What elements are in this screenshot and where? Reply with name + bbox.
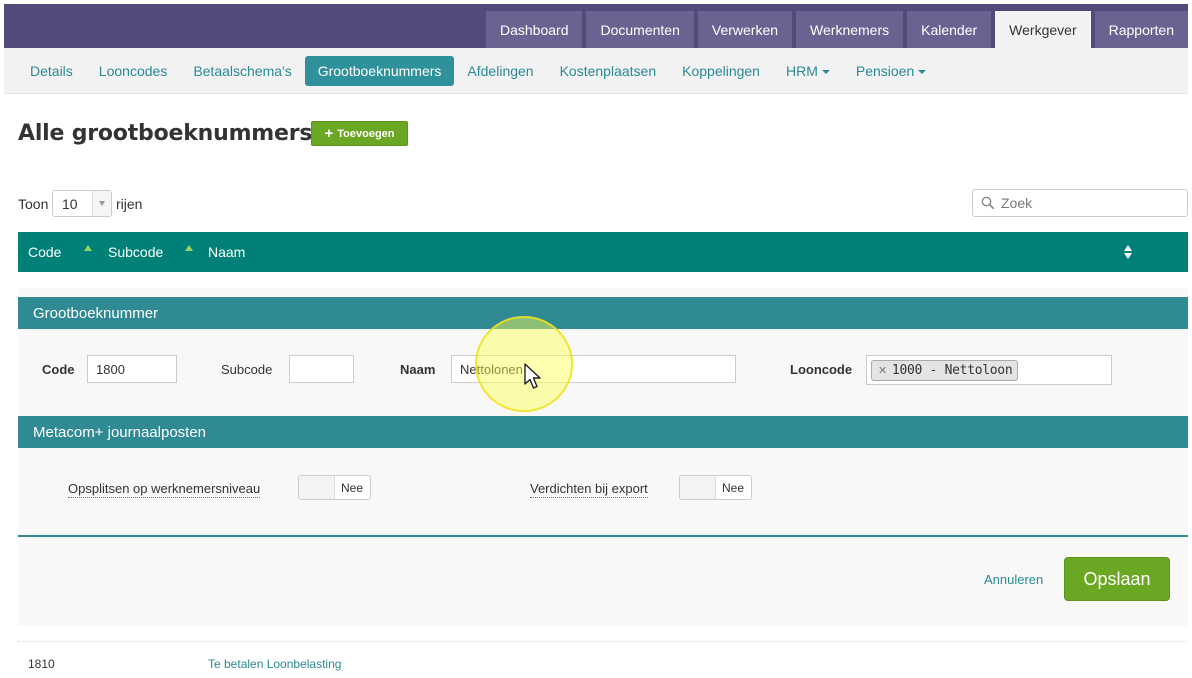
chevron-down-icon (821, 70, 830, 74)
subnav-koppelingen[interactable]: Koppelingen (669, 56, 773, 86)
tab-werkgever[interactable]: Werkgever (995, 11, 1091, 48)
column-naam[interactable]: Naam (208, 244, 245, 260)
tab-rapporten[interactable]: Rapporten (1094, 11, 1188, 48)
search-icon (981, 196, 995, 210)
subcode-input[interactable] (289, 355, 354, 383)
subnav-afdelingen[interactable]: Afdelingen (454, 56, 546, 86)
top-navigation-bar: Dashboard Documenten Verwerken Werknemer… (4, 4, 1188, 48)
chevron-down-icon (918, 70, 927, 74)
naam-input[interactable] (451, 355, 736, 383)
add-button-label: Toevoegen (337, 127, 395, 140)
subnav-hrm-label: HRM (785, 63, 818, 79)
column-code[interactable]: Code (28, 244, 61, 260)
split-toggle[interactable]: Nee (298, 475, 371, 500)
looncode-tag-label: 1000 - Nettoloon (891, 363, 1013, 378)
page-length-select[interactable]: 10 (52, 190, 112, 217)
subnav-betaalschemas[interactable]: Betaalschema's (180, 56, 304, 86)
row-code: 1810 (28, 657, 55, 671)
looncode-select[interactable]: ✕ 1000 - Nettoloon (866, 355, 1112, 385)
tab-dashboard[interactable]: Dashboard (485, 11, 583, 48)
cancel-link[interactable]: Annuleren (984, 572, 1043, 587)
search-box (972, 189, 1188, 217)
split-label: Opsplitsen op werknemersniveau (68, 481, 261, 498)
subcode-label: Subcode (221, 362, 273, 377)
row-naam-link[interactable]: Te betalen Loonbelasting (208, 657, 341, 671)
add-button[interactable]: + Toevoegen (311, 121, 408, 146)
code-label: Code (42, 362, 75, 377)
tab-documenten[interactable]: Documenten (586, 11, 694, 48)
looncode-tag: ✕ 1000 - Nettoloon (871, 360, 1019, 381)
toggle-knob (680, 476, 716, 499)
sub-tabs: Details Looncodes Betaalschema's Grootbo… (17, 56, 939, 86)
plus-icon: + (324, 125, 334, 142)
compress-toggle[interactable]: Nee (679, 475, 752, 500)
split-toggle-value: Nee (341, 481, 364, 495)
rows-label: rijen (116, 196, 143, 212)
tab-kalender[interactable]: Kalender (907, 11, 992, 48)
chevron-down-icon (92, 191, 111, 216)
subnav-grootboeknummers[interactable]: Grootboeknummers (304, 56, 455, 86)
naam-label: Naam (400, 362, 436, 377)
search-input[interactable] (1001, 195, 1171, 211)
compress-label: Verdichten bij export (530, 481, 648, 498)
code-input[interactable] (87, 355, 177, 383)
sort-asc-icon (185, 245, 193, 251)
tab-werknemers[interactable]: Werknemers (796, 11, 904, 48)
sort-icon[interactable] (1124, 245, 1132, 259)
column-subcode[interactable]: Subcode (108, 244, 163, 260)
subnav-looncodes[interactable]: Looncodes (86, 56, 181, 86)
page-title: Alle grootboeknummers (18, 121, 313, 146)
divider (18, 535, 1188, 537)
remove-tag-icon[interactable]: ✕ (878, 364, 887, 377)
save-button[interactable]: Opslaan (1064, 557, 1170, 601)
looncode-label: Looncode (790, 362, 853, 377)
compress-toggle-value: Nee (722, 481, 745, 495)
section-grootboeknummer: Grootboeknummer (18, 297, 1188, 329)
sub-navigation-bar: Details Looncodes Betaalschema's Grootbo… (4, 48, 1188, 94)
subnav-pensioen-label: Pensioen (855, 63, 915, 79)
show-label: Toon (18, 196, 49, 212)
subnav-pensioen-dropdown[interactable]: Pensioen (843, 56, 939, 86)
page-length-value: 10 (62, 195, 78, 212)
main-tabs: Dashboard Documenten Verwerken Werknemer… (482, 11, 1188, 48)
row-divider (18, 641, 1188, 642)
sort-asc-icon (84, 245, 92, 251)
subnav-hrm-dropdown[interactable]: HRM (773, 56, 843, 86)
table-header: Code Subcode Naam (18, 232, 1188, 272)
section-journaalposten: Metacom+ journaalposten (18, 416, 1188, 448)
subnav-kostenplaatsen[interactable]: Kostenplaatsen (547, 56, 670, 86)
toggle-knob (299, 476, 335, 499)
subnav-details[interactable]: Details (17, 56, 86, 86)
tab-verwerken[interactable]: Verwerken (697, 11, 793, 48)
